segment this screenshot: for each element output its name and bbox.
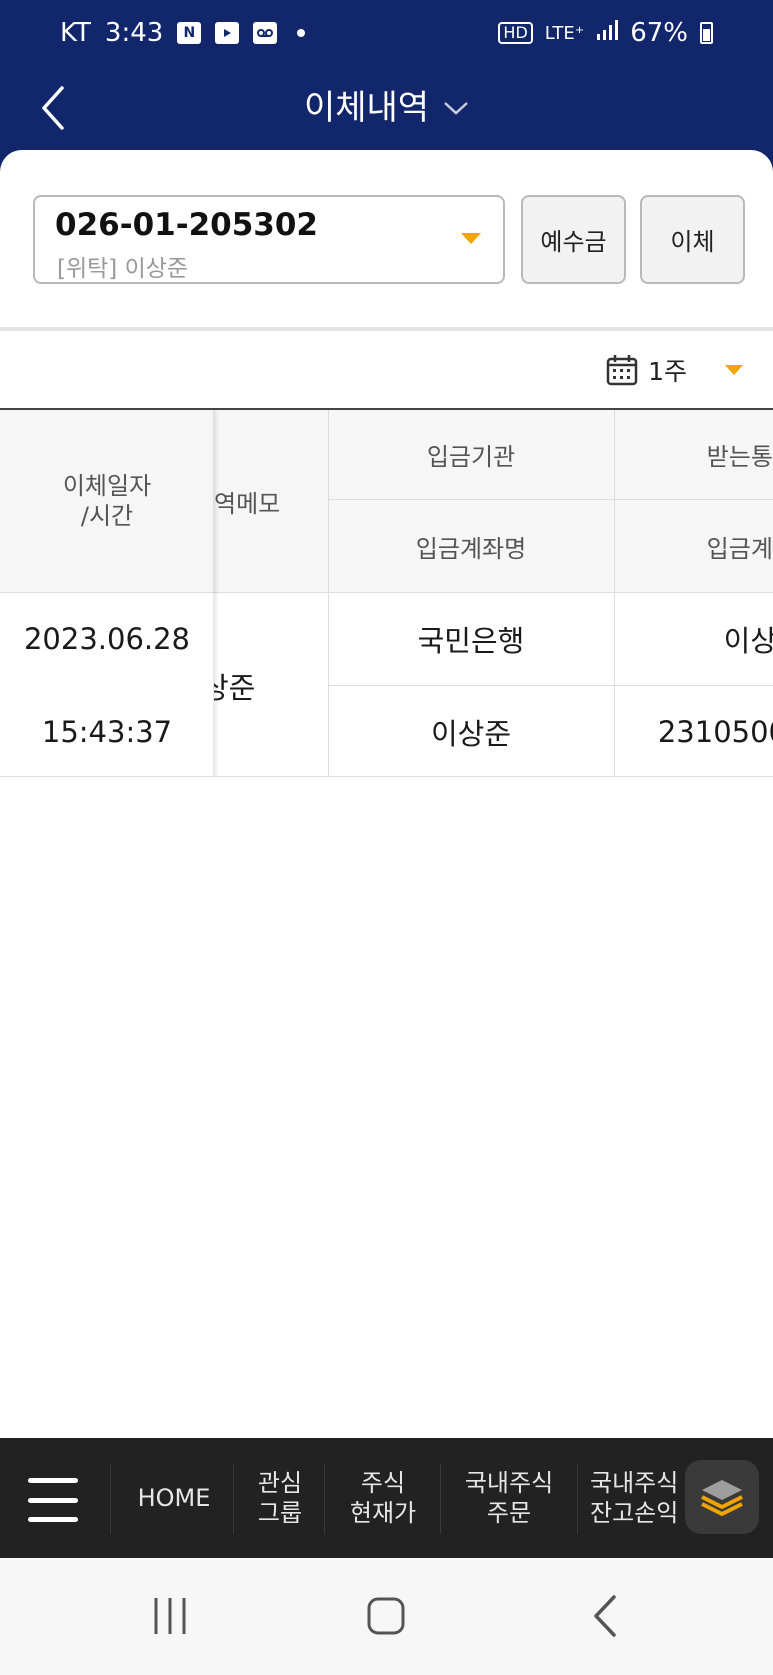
nav-divider: [110, 1464, 111, 1534]
grid-line: [0, 776, 773, 777]
recents-button[interactable]: [140, 1586, 200, 1646]
grid-line: [328, 499, 773, 500]
bottom-nav: HOME 관심 그룹 주식 현재가 국내주식 주문 국내주식 잔고손익: [0, 1438, 773, 1558]
system-nav-bar: [0, 1558, 773, 1675]
nav-divider: [440, 1464, 441, 1534]
nav-divider: [324, 1464, 325, 1534]
nav-domestic-balance[interactable]: 국내주식 잔고손익: [590, 1468, 690, 1528]
hamburger-icon: [28, 1478, 78, 1483]
naver-icon: N: [177, 22, 202, 44]
grid-line: [0, 592, 773, 593]
layers-icon: [701, 1480, 743, 1516]
voicemail-icon: [253, 22, 278, 44]
recents-icon: [154, 1598, 186, 1634]
row-time: 15:43:37: [41, 715, 173, 749]
nav-stock-price[interactable]: 주식 현재가: [327, 1468, 439, 1528]
caret-down-icon: [725, 365, 743, 375]
system-back-button[interactable]: [575, 1586, 635, 1646]
menu-button[interactable]: [28, 1478, 78, 1522]
status-right: HD LTE⁺ 67%: [498, 18, 713, 48]
home-icon: [367, 1597, 405, 1635]
nav-divider: [577, 1464, 578, 1534]
period-selector[interactable]: 1주: [606, 350, 743, 390]
deposit-button[interactable]: 예수금: [521, 195, 626, 284]
battery-percent: 67%: [630, 18, 688, 48]
layers-button[interactable]: [685, 1460, 759, 1534]
app-header: 이체내역: [0, 70, 773, 150]
nav-divider: [233, 1464, 234, 1534]
section-divider: [0, 327, 773, 331]
grid-line: [328, 410, 329, 777]
header-receiving-passbook: 받는통장: [614, 410, 773, 499]
row-receiving-account: 2310500: [657, 715, 773, 749]
account-number: 026-01-205302: [55, 207, 319, 243]
period-label: 1주: [648, 357, 687, 386]
grid-line: [328, 685, 773, 686]
row-receiving-passbook: 이상: [723, 624, 773, 658]
signal-icon: [596, 18, 619, 48]
account-selector[interactable]: 026-01-205302 [위탁] 이상준: [33, 195, 505, 284]
hd-voice-icon: HD: [498, 22, 533, 44]
caret-down-icon: [461, 233, 481, 244]
row-bank: 국민은행: [417, 624, 525, 658]
header-account-holder: 입금계좌명: [328, 500, 614, 592]
content-card: 026-01-205302 [위탁] 이상준 예수금 이체 1주 이체일자 /시…: [0, 150, 773, 1438]
clock: 3:43: [104, 18, 164, 48]
header-date-time: 이체일자 /시간: [0, 410, 214, 592]
header-bank: 입금기관: [328, 410, 614, 499]
calendar-icon: [606, 355, 638, 386]
header-memo: 역메모: [214, 410, 328, 592]
nav-watchlist-group[interactable]: 관심 그룹: [236, 1468, 324, 1528]
grid-line: [614, 410, 615, 777]
row-memo: 상준: [214, 670, 256, 705]
row-date: 2023.06.28: [23, 622, 191, 656]
frozen-column-shadow: [213, 410, 219, 776]
network-type: LTE⁺: [544, 22, 585, 44]
row-account-holder: 이상준: [430, 717, 512, 751]
youtube-icon: [215, 22, 240, 44]
battery-icon: [700, 22, 713, 44]
home-button[interactable]: [356, 1586, 416, 1646]
status-left: KT 3:43 N: [60, 18, 306, 48]
nav-domestic-order[interactable]: 국내주식 주문: [443, 1468, 575, 1528]
nav-home[interactable]: HOME: [118, 1483, 230, 1513]
account-name: [위탁] 이상준: [57, 256, 189, 282]
notification-dot-icon: [297, 29, 306, 37]
header-receiving-account: 입금계좌: [614, 500, 773, 592]
back-icon: [594, 1595, 616, 1637]
transfer-history-table: 이체일자 /시간 역메모 입금기관 입금계좌명 받는통장 입금계좌 2023.0…: [0, 408, 773, 777]
transfer-button[interactable]: 이체: [640, 195, 745, 284]
carrier: KT: [60, 18, 91, 48]
chevron-down-icon: [444, 102, 468, 115]
page-title: 이체내역: [303, 88, 430, 128]
page-title-dropdown[interactable]: 이체내역: [0, 80, 773, 136]
status-bar: KT 3:43 N HD LTE⁺ 67%: [0, 0, 773, 70]
